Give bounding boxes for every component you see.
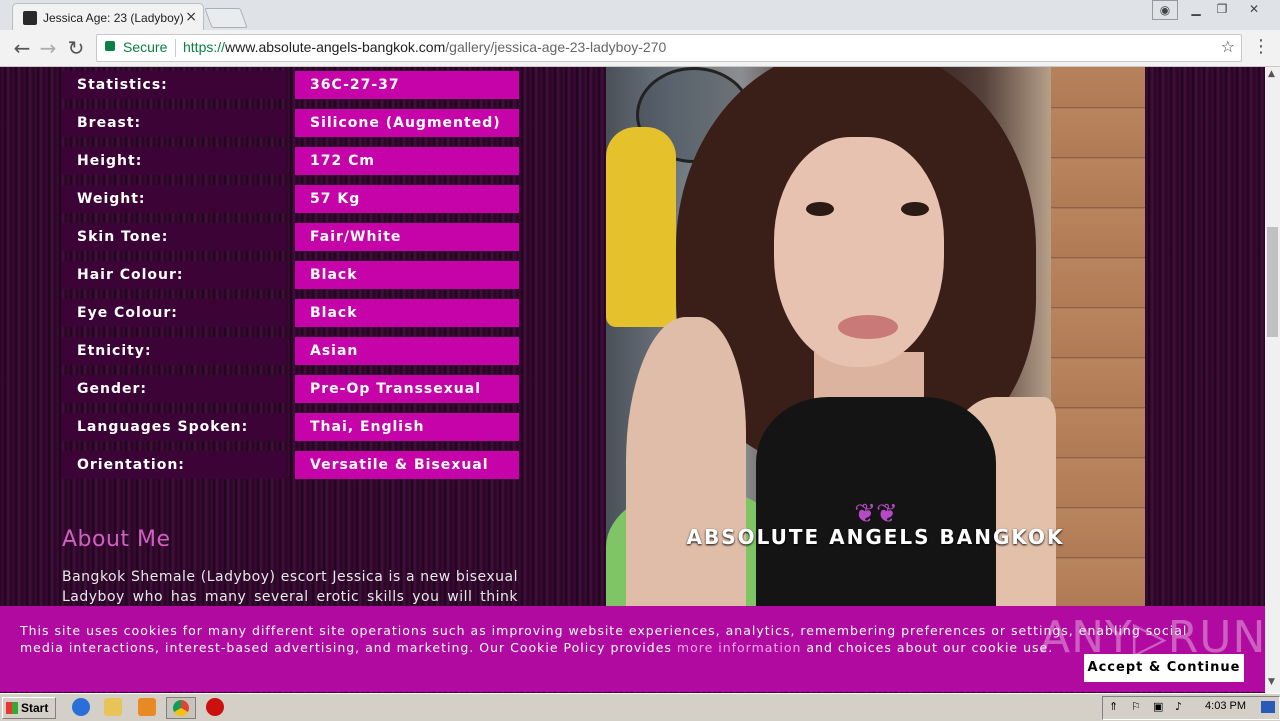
tab-title: Jessica Age: 23 (Ladyboy) [43,11,184,25]
volume-icon[interactable]: ♪ [1175,700,1182,713]
browser-toolbar: ← → ↻ Secure https://www.absolute-angels… [0,30,1280,67]
profile-value: Black [295,299,519,327]
profile-value: 57 Kg [295,185,519,213]
windows-logo-icon [6,702,18,714]
lock-icon [105,41,115,51]
page-content: Statistics: 36C-27-37 Breast: Silicone (Aug… [0,67,1265,693]
favicon-icon [23,11,37,25]
more-information-link[interactable]: more information [677,640,802,655]
profile-label: Height: [62,147,286,175]
profile-value: Fair/White [295,223,519,251]
cookie-text: This site uses cookies for many differen… [20,622,1220,656]
restore-icon[interactable]: ❐ [1210,0,1234,18]
flag-icon[interactable]: ⚐ [1131,700,1141,713]
profile-value: Asian [295,337,519,365]
profile-value: Black [295,261,519,289]
profile-value: 36C-27-37 [295,71,519,99]
chrome-icon [173,700,189,716]
profile-label: Statistics: [62,71,286,99]
url-protocol: https:// [183,39,226,55]
clock: 4:03 PM [1205,700,1246,712]
scrollbar[interactable]: ▲ ▼ [1265,67,1280,693]
url-path: /gallery/jessica-age-23-ladyboy-270 [445,39,667,55]
browser-menu-icon[interactable]: ⋮ [1252,36,1270,57]
window-close-icon[interactable]: ✕ [1240,0,1268,18]
divider [175,39,176,57]
reload-icon[interactable]: ↻ [64,36,88,60]
secure-label: Secure [123,39,168,55]
accept-continue-button[interactable]: Accept & Continue [1084,654,1244,682]
profile-value: Thai, English [295,413,519,441]
bookmark-star-icon[interactable]: ☆ [1221,37,1235,56]
profile-value: Versatile & Bisexual [295,451,519,479]
tab-close-icon[interactable]: × [185,9,197,25]
scroll-down-icon[interactable]: ▼ [1268,677,1275,687]
arm [626,317,746,607]
profile-label: Languages Spoken: [62,413,286,441]
back-icon[interactable]: ← [10,36,34,60]
stop-icon[interactable] [206,698,224,716]
statue [606,127,676,327]
cookie-banner: ANY▷RUN This site uses cookies for many … [0,606,1265,692]
profile-label: Breast: [62,109,286,137]
scroll-up-icon[interactable]: ▲ [1268,69,1275,79]
url-text[interactable]: https://www.absolute-angels-bangkok.com/… [183,39,666,55]
scroll-thumb[interactable] [1267,227,1278,337]
user-icon[interactable]: ◉ [1152,0,1178,20]
profile-photo[interactable]: ❦❦ ABSOLUTE ANGELS BANGKOK [606,67,1145,607]
profile-label: Skin Tone: [62,223,286,251]
profile-label: Hair Colour: [62,261,286,289]
minimize-icon[interactable]: ▁ [1184,0,1208,18]
profile-label: Orientation: [62,451,286,479]
ie-icon[interactable] [72,698,90,716]
folder-icon[interactable] [104,698,122,716]
network-icon[interactable]: ▣ [1153,700,1163,713]
cookie-text-after: and choices about our cookie use. [801,640,1054,655]
tab-bar: Jessica Age: 23 (Ladyboy) × ◉ ▁ ❐ ✕ [0,0,1280,31]
about-title: About Me [62,527,171,552]
profile-label: Weight: [62,185,286,213]
forward-icon[interactable]: → [36,36,60,60]
chrome-taskbar-button[interactable] [166,697,196,719]
new-tab-button[interactable] [204,8,248,28]
address-bar[interactable]: Secure https://www.absolute-angels-bangk… [96,34,1242,62]
profile-label: Etnicity: [62,337,286,365]
browser-tab[interactable]: Jessica Age: 23 (Ladyboy) × [12,3,204,31]
start-label: Start [21,701,49,715]
lips [838,315,898,339]
profile-value: Pre-Op Transsexual [295,375,519,403]
profile-value: Silicone (Augmented) [295,109,519,137]
profile-label: Gender: [62,375,286,403]
taskbar: Start ⇑ ⚐ ▣ ♪ 4:03 PM [0,693,1280,721]
eye [806,202,834,216]
show-desktop-icon[interactable] [1261,701,1275,713]
photo-watermark: ABSOLUTE ANGELS BANGKOK [686,525,1065,549]
tray-arrow-icon[interactable]: ⇑ [1109,700,1118,713]
media-player-icon[interactable] [138,698,156,716]
start-button[interactable]: Start [2,697,56,719]
eye [901,202,929,216]
system-tray: ⇑ ⚐ ▣ ♪ [1102,696,1280,720]
url-host: www.absolute-angels-bangkok.com [225,39,446,55]
profile-value: 172 Cm [295,147,519,175]
profile-label: Eye Colour: [62,299,286,327]
